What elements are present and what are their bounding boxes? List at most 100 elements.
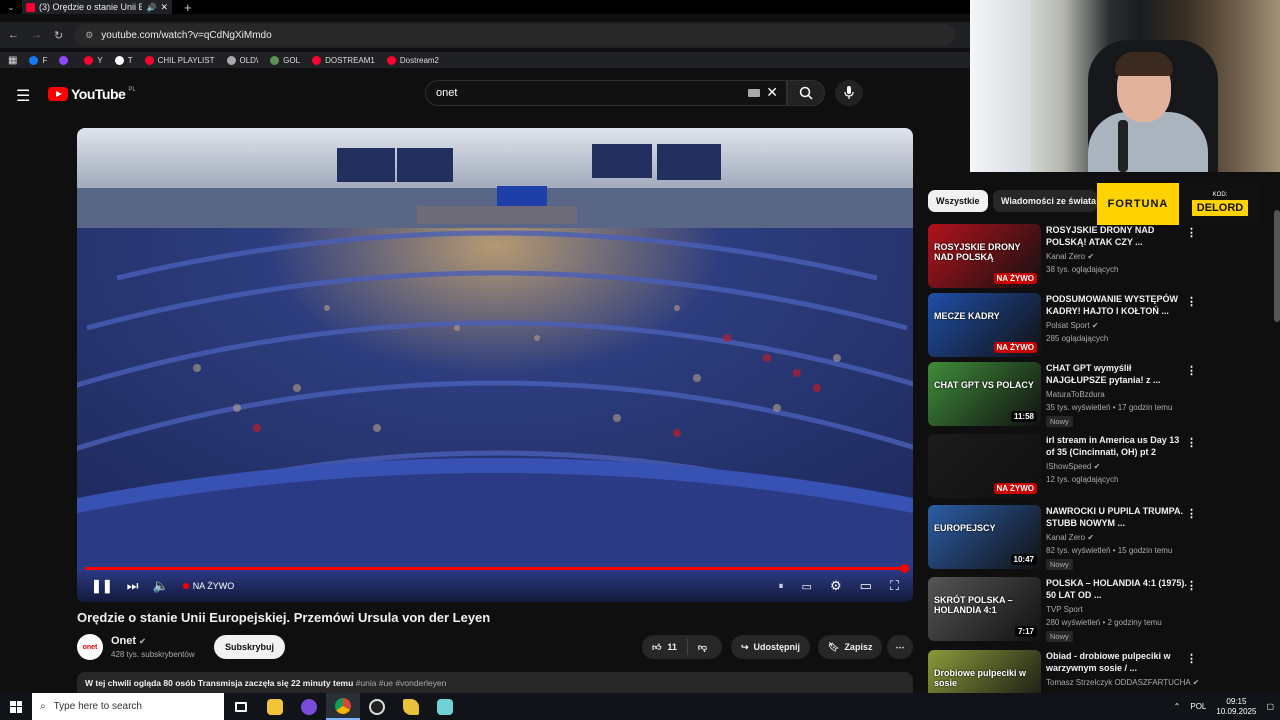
notifications-icon[interactable]: ▢	[1266, 702, 1274, 711]
recommendation-title[interactable]: ROSYJSKIE DRONY NAD POLSKĄ! ATAK CZY ...	[1046, 224, 1188, 248]
recommendation-title[interactable]: NAWROCKI U PUPILA TRUMPA. STUBB NOWYM ..…	[1046, 505, 1188, 529]
recommendation-channel[interactable]: Kanal Zero ✔	[1046, 533, 1094, 542]
promo-code-value: DELORD	[1191, 200, 1249, 216]
recommendation-item[interactable]: CHAT GPT VS POLACY 11:58 CHAT GPT wymyślił…	[928, 362, 1268, 428]
bookmark-item[interactable]: GOL	[270, 55, 300, 65]
save-button[interactable]: 🔖︎ Zapisz	[818, 635, 883, 659]
recommendation-title[interactable]: PODSUMOWANIE WYSTĘPÓW KADRY! HAJTO I KOŁ…	[1046, 293, 1188, 317]
recommendation-item[interactable]: NA ŻYWO irl stream in America us Day 13 o…	[928, 434, 1268, 500]
autoplay-toggle-icon[interactable]: ⏸︎	[779, 581, 784, 592]
url-field[interactable]: ⚙ youtube.com/watch?v=qCdNgXiMmdo	[75, 24, 956, 46]
recommendation-thumbnail[interactable]: NA ŻYWO	[928, 434, 1041, 498]
app-purple-icon[interactable]	[292, 693, 326, 720]
app-cyan-icon[interactable]	[428, 693, 462, 720]
bookmark-item[interactable]: DOSTREAM1	[312, 55, 375, 65]
task-view-icon[interactable]	[224, 693, 258, 720]
browser-tab[interactable]: (3) Orędzie o stanie Unii Eu 🔊 ✕	[22, 0, 172, 14]
keyboard-icon[interactable]	[748, 89, 760, 97]
bookmark-item[interactable]: Dostream2	[386, 55, 439, 65]
more-vertical-icon[interactable]: ⋮	[1186, 652, 1197, 665]
recommendation-thumbnail[interactable]: EUROPEJSCY 10:47	[928, 505, 1041, 569]
recommendation-thumbnail[interactable]: SKRÓT POLSKA – HOLANDIA 4:1 7:17	[928, 577, 1041, 641]
like-button[interactable]: 👍︎ 11	[642, 639, 688, 655]
recommendation-item[interactable]: EUROPEJSCY 10:47 NAWROCKI U PUPILA TRUMPA.…	[928, 505, 1268, 571]
more-vertical-icon[interactable]: ⋮	[1186, 579, 1197, 592]
more-vertical-icon[interactable]: ⋮	[1186, 436, 1197, 449]
more-vertical-icon[interactable]: ⋮	[1186, 226, 1197, 239]
fullscreen-icon[interactable]: ⛶	[890, 578, 899, 594]
recommendation-channel[interactable]: Polsat Sport ✔	[1046, 321, 1099, 330]
recommendation-item[interactable]: ROSYJSKIE DRONY NAD POLSKĄ NA ŻYWO ROSYJSK…	[928, 224, 1268, 290]
settings-gear-icon[interactable]: ⚙	[830, 578, 842, 594]
recommendation-item[interactable]: Drobiowe pulpeciki w sosie Obiad - drobio…	[928, 650, 1268, 693]
close-tab-icon[interactable]: ✕	[160, 2, 168, 13]
more-vertical-icon[interactable]: ⋮	[1186, 295, 1197, 308]
live-indicator[interactable]: NA ŻYWO	[182, 581, 234, 591]
youtube-logo[interactable]: YouTube PL	[48, 86, 136, 102]
new-tab-button[interactable]: +	[184, 0, 192, 15]
recommendation-channel[interactable]: Kanal Zero ✔	[1046, 252, 1094, 261]
recommendation-title[interactable]: CHAT GPT wymyślił NAJGŁUPSZE pytania! z …	[1046, 362, 1188, 386]
clear-search-icon[interactable]: ✕	[766, 84, 778, 101]
bookmark-item[interactable]	[59, 55, 72, 65]
bookmark-item[interactable]: CHIL PLAYLIST	[144, 55, 215, 65]
app-yellow-icon[interactable]	[394, 693, 428, 720]
forward-icon[interactable]: →	[31, 29, 42, 41]
recommendation-channel[interactable]: IShowSpeed ✔	[1046, 462, 1100, 471]
obs-icon[interactable]	[360, 693, 394, 720]
taskbar-search-field[interactable]: ⌕ Type here to search	[32, 693, 224, 720]
chrome-icon[interactable]	[326, 693, 360, 720]
bookmark-label: T	[127, 55, 133, 65]
recommendation-thumbnail[interactable]: MECZE KADRY NA ŻYWO	[928, 293, 1041, 357]
voice-search-button[interactable]	[835, 80, 863, 106]
video-player[interactable]: ❚❚ ⏭ 🔈 NA ŻYWO ⏸︎ ▭ ⚙ ▭ ⛶	[77, 128, 913, 602]
volume-icon[interactable]: 🔈	[153, 578, 169, 594]
file-explorer-icon[interactable]	[258, 693, 292, 720]
subscribe-button[interactable]: Subskrybuj	[214, 635, 286, 659]
search-input[interactable]: onet ✕	[425, 80, 787, 106]
tab-search-icon[interactable]: ⌄	[0, 3, 22, 12]
speaker-icon[interactable]: 🔊	[146, 3, 156, 12]
clock[interactable]: 09:15 10.09.2025	[1216, 697, 1256, 717]
recommendation-title[interactable]: Obiad - drobiowe pulpeciki w warzywnym s…	[1046, 650, 1188, 674]
bookmark-item[interactable]: OLD\	[226, 55, 258, 65]
hamburger-menu-icon[interactable]: ☰	[16, 86, 30, 106]
recommendation-thumbnail[interactable]: ROSYJSKIE DRONY NAD POLSKĄ NA ŻYWO	[928, 224, 1041, 288]
recommendation-title[interactable]: irl stream in America us Day 13 of 35 (C…	[1046, 434, 1188, 458]
more-vertical-icon[interactable]: ⋮	[1186, 364, 1197, 377]
share-button[interactable]: ↪ Udostępnij	[731, 635, 811, 659]
back-icon[interactable]: ←	[8, 29, 19, 41]
pause-icon[interactable]: ❚❚	[91, 578, 113, 594]
reload-icon[interactable]: ↻	[54, 29, 63, 42]
recommendation-channel[interactable]: MaturaToBzdura	[1046, 390, 1105, 399]
recommendation-thumbnail[interactable]: Drobiowe pulpeciki w sosie	[928, 650, 1041, 693]
description-tags[interactable]: #unia #ue #vonderleyen	[356, 678, 447, 688]
recommendation-title[interactable]: POLSKA – HOLANDIA 4:1 (1975). 50 LAT OD …	[1046, 577, 1188, 601]
subtitles-icon[interactable]: ▭	[802, 580, 812, 593]
language-indicator[interactable]: POL	[1190, 702, 1206, 711]
site-info-icon[interactable]: ⚙	[85, 30, 93, 41]
recommendation-item[interactable]: MECZE KADRY NA ŻYWO PODSUMOWANIE WYSTĘPÓW …	[928, 293, 1268, 359]
more-vertical-icon[interactable]: ⋮	[1186, 507, 1197, 520]
recommendation-channel[interactable]: TVP Sport	[1046, 605, 1083, 614]
sidebar-scrollbar[interactable]	[1274, 210, 1280, 322]
apps-grid-icon[interactable]: ▦	[8, 55, 17, 66]
dislike-button[interactable]: 👎︎	[688, 642, 717, 653]
more-actions-button[interactable]: ⋯	[887, 635, 913, 659]
theater-mode-icon[interactable]: ▭	[860, 578, 872, 594]
channel-avatar[interactable]: onet	[77, 634, 103, 660]
chip-all[interactable]: Wszystkie	[928, 190, 988, 212]
search-button[interactable]	[787, 80, 825, 106]
next-icon[interactable]: ⏭	[127, 578, 139, 594]
start-button[interactable]	[0, 693, 32, 720]
channel-name[interactable]: Onet ✔	[111, 635, 146, 647]
recommendation-channel[interactable]: Tomasz Strzelczyk ODDASZFARTUCHA ✔	[1046, 678, 1199, 687]
description-box[interactable]: W tej chwili ogląda 80 osób Transmisja z…	[77, 672, 913, 694]
recommendation-item[interactable]: SKRÓT POLSKA – HOLANDIA 4:1 7:17 POLSKA – …	[928, 577, 1268, 643]
chip-world-news[interactable]: Wiadomości ze świata	[993, 190, 1097, 212]
tray-chevron-icon[interactable]: ⌃	[1174, 702, 1181, 711]
bookmark-item[interactable]: T	[114, 55, 133, 65]
recommendation-thumbnail[interactable]: CHAT GPT VS POLACY 11:58	[928, 362, 1041, 426]
bookmark-item[interactable]: Y	[84, 55, 103, 65]
bookmark-item[interactable]: F	[29, 55, 47, 65]
